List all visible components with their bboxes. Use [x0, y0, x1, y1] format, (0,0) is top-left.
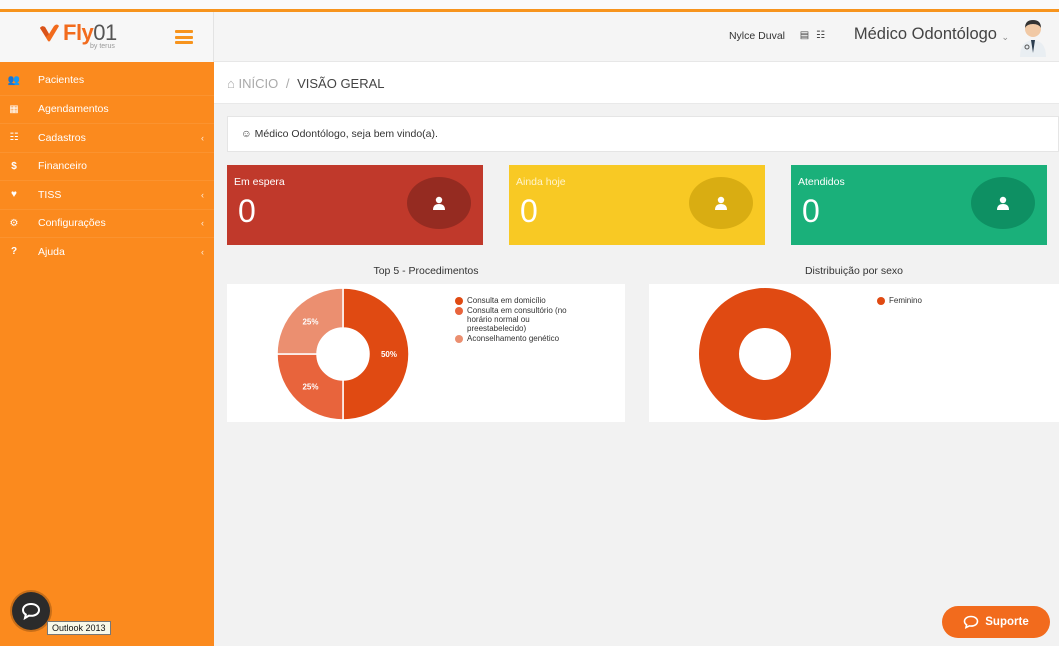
card-value: 0 [520, 193, 538, 229]
sidebar-item-label: Financeiro [38, 160, 88, 173]
avatar[interactable] [1015, 17, 1051, 57]
sidebar-item-cadastros[interactable]: ☷ Cadastros ‹ [0, 123, 214, 152]
menu-toggle-button[interactable] [175, 30, 193, 44]
sidebar-item-agendamentos[interactable]: ▦ Agendamentos [0, 94, 214, 124]
chart-title-procedimentos: Top 5 - Procedimentos [373, 265, 479, 277]
user-icon [689, 177, 753, 229]
sidebar-item-configuracoes[interactable]: ⚙ Configurações ‹ [0, 208, 214, 238]
breadcrumb-separator: / [285, 76, 290, 91]
dollar-icon: $ [11, 160, 17, 172]
chevron-left-icon: ‹ [201, 189, 204, 200]
legend-swatch [455, 307, 463, 315]
card-title: Ainda hoje [516, 176, 566, 188]
donut-chart-sexo [698, 288, 831, 420]
chat-tooltip: Outlook 2013 [47, 621, 111, 635]
role-selector[interactable]: Médico Odontólogo [854, 25, 997, 44]
card-ainda-hoje[interactable]: Ainda hoje 0 [509, 165, 765, 245]
sidebar-item-label: Ajuda [38, 245, 65, 258]
sidebar-item-tiss[interactable]: ♥ TISS ‹ [0, 180, 214, 209]
top-bar: Nylce Duval ▤ ☷ Médico Odontólogo ⌄ [214, 12, 1059, 62]
legend-swatch [455, 297, 463, 305]
pie-slice-label: 25% [302, 383, 318, 392]
hamburger-bar [175, 41, 193, 44]
legend-swatch [455, 335, 463, 343]
user-icon [971, 177, 1035, 229]
legend-item[interactable]: Aconselhamento genético [455, 334, 575, 343]
sidebar-item-label: TISS [38, 188, 62, 201]
support-label: Suporte [985, 616, 1029, 628]
logo-check-icon [40, 24, 59, 42]
breadcrumb-bar: ⌂ INÍCIO / VISÃO GERAL [214, 62, 1059, 104]
card-title: Atendidos [798, 176, 845, 188]
user-icon [407, 177, 471, 229]
chevron-left-icon: ‹ [201, 246, 204, 257]
chart-legend: Feminino [877, 296, 997, 306]
welcome-message: ☺ Médico Odontólogo, seja bem vindo(a). [227, 116, 1059, 152]
chevron-left-icon: ‹ [201, 218, 204, 229]
sidebar-item-label: Cadastros [38, 131, 86, 144]
top-strip [0, 0, 1059, 12]
card-value: 0 [238, 193, 256, 229]
main-content: ⌂ INÍCIO / VISÃO GERAL ☺ Médico Odontólo… [214, 62, 1059, 646]
card-atendidos[interactable]: Atendidos 0 [791, 165, 1047, 245]
chart-legend: Consulta em domicílio Consulta em consult… [455, 296, 575, 344]
breadcrumb-current: VISÃO GERAL [297, 76, 385, 91]
chevron-down-icon[interactable]: ⌄ [1001, 32, 1009, 43]
question-icon: ? [10, 246, 18, 258]
logo-name: Fly [63, 20, 94, 45]
sidebar-item-financeiro[interactable]: $ Financeiro [0, 151, 214, 181]
support-button[interactable]: Suporte [942, 606, 1050, 638]
chat-button[interactable] [12, 592, 50, 630]
logo-suffix: 01 [93, 20, 117, 45]
chart-panel-procedimentos: 50% 25% 25% Consulta em domicílio Consulta … [227, 284, 625, 422]
brand-area: Fly01 by terus [0, 12, 214, 62]
breadcrumb-home[interactable]: INÍCIO [238, 76, 278, 91]
chevron-left-icon: ‹ [201, 132, 204, 143]
pie-slice[interactable] [342, 287, 410, 421]
sidebar-item-label: Agendamentos [38, 103, 109, 116]
card-em-espera[interactable]: Em espera 0 [227, 165, 483, 245]
chat-icon [963, 615, 979, 629]
calendar-icon: ▦ [9, 103, 19, 115]
legend-item[interactable]: Feminino [877, 296, 997, 305]
sidebar: Fly01 by terus 👥 Pacientes ▦ Agendamento… [0, 12, 214, 646]
pie-slice-label: 50% [381, 350, 397, 359]
legend-item[interactable]: Consulta em domicílio [455, 296, 575, 305]
sidebar-item-ajuda[interactable]: ? Ajuda ‹ [0, 237, 214, 266]
home-icon[interactable]: ⌂ [227, 76, 235, 91]
sidebar-item-label: Configurações [38, 217, 106, 230]
grid-icon[interactable]: ▤ ☷ [800, 30, 827, 41]
legend-label: Feminino [889, 296, 922, 305]
legend-swatch [877, 297, 885, 305]
hamburger-bar [175, 30, 193, 33]
hamburger-bar [175, 35, 193, 39]
card-title: Em espera [234, 176, 285, 188]
user-name[interactable]: Nylce Duval [729, 30, 785, 42]
legend-label: Aconselhamento genético [467, 334, 560, 343]
pie-slice[interactable] [698, 288, 831, 420]
users-icon: 👥 [7, 74, 21, 86]
card-value: 0 [802, 193, 820, 229]
breadcrumb: ⌂ INÍCIO / VISÃO GERAL [227, 76, 385, 91]
chat-icon [21, 602, 41, 620]
gear-icon: ⚙ [9, 217, 19, 229]
donut-chart-procedimentos: 50% 25% 25% [276, 287, 410, 421]
pie-slice-label: 25% [302, 317, 318, 326]
legend-label: Consulta em consultório (no horário norm… [467, 306, 567, 333]
legend-label: Consulta em domicílio [467, 296, 546, 305]
sidebar-item-label: Pacientes [38, 74, 85, 87]
list-icon: ☷ [9, 132, 19, 144]
chart-panel-sexo: Feminino [649, 284, 1059, 422]
heartbeat-icon: ♥ [11, 189, 17, 201]
logo-subtitle: by terus [90, 43, 115, 50]
chart-title-sexo: Distribuição por sexo [804, 265, 904, 277]
sidebar-menu: 👥 Pacientes ▦ Agendamentos ☷ Cadastros ‹… [0, 66, 214, 266]
legend-item[interactable]: Consulta em consultório (no horário norm… [455, 306, 575, 333]
sidebar-item-pacientes[interactable]: 👥 Pacientes [0, 66, 214, 95]
